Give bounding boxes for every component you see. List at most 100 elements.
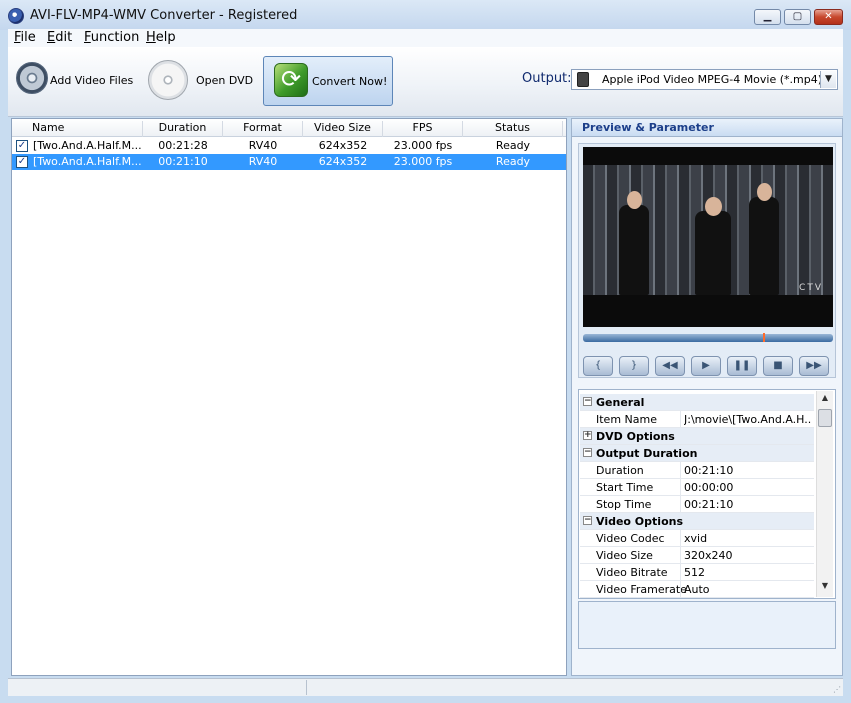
row-checkbox[interactable]: ✓ (16, 156, 28, 168)
property-value[interactable]: xvid (684, 532, 812, 545)
property-category-video-options[interactable]: − Video Options (580, 513, 814, 530)
open-dvd-button[interactable]: Open DVD (146, 56, 254, 106)
collapse-icon[interactable]: − (583, 516, 592, 525)
collapse-icon[interactable]: − (583, 397, 592, 406)
property-row[interactable]: Item Name J:\movie\[Two.And.A.H... (580, 411, 814, 428)
property-row[interactable]: Stop Time 00:21:10 (580, 496, 814, 513)
seek-thumb[interactable] (763, 333, 765, 342)
property-row[interactable]: Video Codec xvid (580, 530, 814, 547)
minimize-button[interactable]: ▁ (754, 9, 781, 25)
mark-out-button[interactable]: } (619, 356, 649, 376)
property-value[interactable]: 00:21:10 (684, 464, 812, 477)
channel-watermark: CTV (799, 283, 823, 293)
person-figure (749, 197, 779, 295)
property-row[interactable]: Duration 00:21:10 (580, 462, 814, 479)
collapse-icon[interactable]: − (583, 448, 592, 457)
property-name: Stop Time (596, 498, 652, 511)
cell-video-size: 624x352 (318, 139, 368, 152)
cell-duration: 00:21:10 (158, 155, 208, 168)
property-divider (680, 564, 681, 581)
property-row[interactable]: Video Size 320x240 (580, 547, 814, 564)
menu-edit-mnemonic: E (47, 30, 56, 45)
table-row[interactable]: ✓ [Two.And.A.Half.M... 00:21:28 RV40 624… (12, 138, 566, 154)
add-video-files-button[interactable]: Add Video Files (12, 56, 138, 106)
menu-bar: File Edit Function Help (8, 29, 843, 47)
maximize-button[interactable]: ▢ (784, 9, 811, 25)
play-button[interactable]: ▶ (691, 356, 721, 376)
column-header-fps[interactable]: FPS (383, 121, 463, 137)
property-divider (680, 462, 681, 479)
fast-forward-button[interactable]: ▶▶ (799, 356, 829, 376)
scroll-up-icon[interactable]: ▲ (818, 393, 832, 407)
property-category-general[interactable]: − General (580, 394, 814, 411)
title-bar[interactable]: AVI-FLV-MP4-WMV Converter - Registered ▁… (0, 0, 851, 30)
video-preview[interactable]: CTV (583, 147, 833, 327)
column-header-duration[interactable]: Duration (143, 121, 223, 137)
rewind-icon: ◀◀ (662, 360, 678, 371)
menu-edit[interactable]: Edit (47, 30, 72, 45)
property-value[interactable]: J:\movie\[Two.And.A.H... (684, 413, 812, 426)
window-title: AVI-FLV-MP4-WMV Converter - Registered (30, 8, 298, 23)
row-checkbox[interactable]: ✓ (16, 140, 28, 152)
rewind-button[interactable]: ◀◀ (655, 356, 685, 376)
cell-format: RV40 (248, 155, 278, 168)
status-separator (306, 680, 307, 695)
menu-file-label: ile (20, 30, 36, 45)
resize-grip-icon[interactable]: ⋰ (833, 685, 841, 694)
property-value[interactable]: 512 (684, 566, 812, 579)
expand-icon[interactable]: + (583, 431, 592, 440)
column-header-format[interactable]: Format (223, 121, 303, 137)
seek-bar[interactable] (583, 333, 833, 342)
convert-now-button[interactable]: ⟳ Convert Now! (263, 56, 393, 106)
scroll-down-icon[interactable]: ▼ (818, 581, 832, 595)
property-category-output-duration[interactable]: − Output Duration (580, 445, 814, 462)
cell-video-size: 624x352 (318, 155, 368, 168)
list-header: Name Duration Format Video Size FPS Stat… (12, 119, 566, 137)
dvd-disc-icon (148, 60, 188, 100)
convert-arrows-icon: ⟳ (274, 63, 308, 97)
property-category-dvd-options[interactable]: + DVD Options (580, 428, 814, 445)
property-value[interactable]: 320x240 (684, 549, 812, 562)
person-figure (695, 211, 731, 295)
open-dvd-label: Open DVD (196, 74, 254, 87)
table-row[interactable]: ✓ [Two.And.A.Half.M... 00:21:10 RV40 624… (12, 154, 566, 170)
property-row[interactable]: Video Framerate Auto (580, 581, 814, 598)
property-value[interactable]: 00:00:00 (684, 481, 812, 494)
menu-file[interactable]: File (14, 30, 36, 45)
maximize-icon: ▢ (792, 11, 803, 22)
play-icon: ▶ (702, 360, 710, 371)
output-format-select[interactable]: Apple iPod Video MPEG-4 Movie (*.mp4) ▼ (571, 69, 838, 90)
bracket-left-icon: { (594, 360, 602, 371)
menu-function[interactable]: Function (84, 30, 139, 45)
film-reel-icon (16, 62, 48, 94)
cell-duration: 00:21:28 (158, 139, 208, 152)
property-scrollbar[interactable]: ▲ ▼ (816, 391, 833, 597)
cell-status: Ready (495, 155, 531, 168)
property-grid[interactable]: − General Item Name J:\movie\[Two.And.A.… (578, 389, 836, 599)
property-row[interactable]: Video Bitrate 512 (580, 564, 814, 581)
mark-in-button[interactable]: { (583, 356, 613, 376)
preview-parameter-panel: Preview & Parameter CTV { } ◀◀ ▶ ❚❚ ■ ▶▶… (571, 118, 843, 676)
column-header-status[interactable]: Status (463, 121, 563, 137)
pause-icon: ❚❚ (733, 360, 751, 371)
property-divider (680, 530, 681, 547)
stop-button[interactable]: ■ (763, 356, 793, 376)
column-header-video-size[interactable]: Video Size (303, 121, 383, 137)
property-value[interactable]: 00:21:10 (684, 498, 812, 511)
menu-function-mnemonic: F (84, 30, 91, 45)
pause-button[interactable]: ❚❚ (727, 356, 757, 376)
menu-function-label: unction (90, 30, 140, 45)
property-description-box (578, 601, 836, 649)
cell-format: RV40 (248, 139, 278, 152)
close-button[interactable]: ✕ (814, 9, 843, 25)
ipod-icon (577, 72, 589, 87)
dropdown-arrow-icon[interactable]: ▼ (820, 71, 836, 88)
file-list[interactable]: Name Duration Format Video Size FPS Stat… (11, 118, 567, 676)
property-value[interactable]: Auto (684, 583, 812, 596)
column-header-name[interactable]: Name (29, 121, 143, 137)
property-category-label: Video Options (596, 515, 684, 528)
property-name: Duration (596, 464, 644, 477)
scroll-thumb[interactable] (818, 409, 832, 427)
menu-help[interactable]: Help (146, 30, 176, 45)
property-row[interactable]: Start Time 00:00:00 (580, 479, 814, 496)
